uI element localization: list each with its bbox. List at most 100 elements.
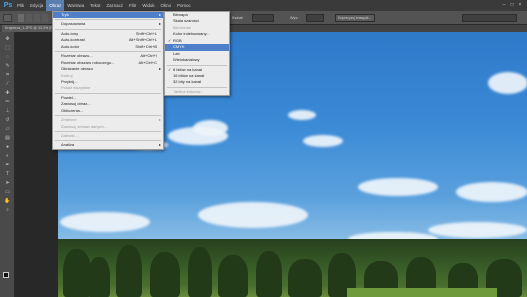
- menu-item-label: Tablica kolorów...: [173, 88, 204, 94]
- cloud: [198, 202, 308, 228]
- menu-select[interactable]: Zaznacz: [103, 0, 126, 11]
- image-menu-item-analiza[interactable]: Analiza ▸: [53, 142, 163, 148]
- menu-image[interactable]: Obraz: [46, 0, 65, 11]
- menu-item-label: Zastosuj obraz...: [61, 101, 91, 107]
- add-selection-icon[interactable]: [26, 14, 32, 22]
- tool-preset-icon[interactable]: [3, 14, 12, 22]
- healing-tool-icon[interactable]: ✚: [3, 90, 12, 97]
- tree: [188, 247, 212, 297]
- eraser-tool-icon[interactable]: ▱: [3, 126, 12, 133]
- option-label-style: Kształ:: [232, 16, 244, 20]
- eyedropper-tool-icon[interactable]: ⁄: [3, 81, 12, 88]
- menu-item-label: Bichromia: [173, 24, 191, 30]
- zoom-tool-icon[interactable]: ⌕: [3, 207, 12, 214]
- marquee-tool-icon[interactable]: ⬚: [3, 45, 12, 52]
- menu-item-label: Auto-kolor: [61, 43, 80, 49]
- refine-edge-label: Doprecyzuj krawędź...: [338, 16, 372, 20]
- image-menu-item-tryb[interactable]: Tryb ▸: [53, 12, 163, 19]
- menu-item-label: 8 bitów na kanał: [173, 66, 202, 72]
- image-menu-item-dopasowania[interactable]: Dopasowania ▸: [53, 21, 163, 27]
- blur-tool-icon[interactable]: ●: [3, 144, 12, 151]
- menu-item-label: 16 bitów na kanał: [173, 72, 205, 78]
- history-brush-tool-icon[interactable]: ↺: [3, 117, 12, 124]
- cloud: [488, 72, 527, 94]
- tools-panel: ✥ ⬚ ◌ ✎ ⌗ ⁄ ✚ ✏ ⊥ ↺ ▱ ▤ ● ◐ ✒ T ➤ ▭ ✋ ⌕: [0, 32, 15, 297]
- move-tool-icon[interactable]: ✥: [3, 36, 12, 43]
- submenu-arrow-icon: ▸: [158, 142, 161, 148]
- cloud: [193, 120, 228, 136]
- shape-tool-icon[interactable]: ▭: [3, 189, 12, 196]
- menu-separator: [167, 64, 227, 66]
- menu-item-label: CMYK: [173, 44, 185, 50]
- menu-layer[interactable]: Warstwa: [64, 0, 87, 11]
- image-menu-item-pokaż-wszystkie: Pokaż wszystkie: [53, 85, 163, 91]
- menu-item-label: Pokaż wszystkie: [61, 85, 91, 91]
- submenu-arrow-icon: ▸: [158, 21, 161, 27]
- new-selection-icon[interactable]: [18, 14, 24, 22]
- menu-item-label: Wielokanałowy: [173, 57, 200, 63]
- option-label-height: Wys.:: [290, 16, 300, 20]
- menu-item-label: Kolor indeksowany...: [173, 31, 210, 37]
- cloud: [358, 178, 438, 196]
- photoshop-logo: Ps: [3, 2, 13, 9]
- foreground-color-swatch[interactable]: [3, 272, 9, 278]
- tree: [63, 249, 91, 297]
- type-tool-icon[interactable]: T: [3, 171, 12, 178]
- menu-file[interactable]: Plik: [14, 0, 27, 11]
- cloud: [456, 182, 527, 202]
- intersect-selection-icon[interactable]: [42, 14, 48, 22]
- workspace-select[interactable]: [462, 14, 517, 22]
- minimize-icon[interactable]: –: [501, 2, 507, 8]
- tree: [88, 257, 110, 297]
- refine-edge-button[interactable]: Doprecyzuj krawędź...: [335, 14, 375, 22]
- menu-window[interactable]: Okno: [158, 0, 175, 11]
- path-select-tool-icon[interactable]: ➤: [3, 180, 12, 187]
- menu-item-label: Bitmapa: [173, 12, 188, 17]
- lasso-tool-icon[interactable]: ◌: [3, 54, 12, 61]
- menu-item-label: Rozmiar obszaru roboczego...: [61, 59, 115, 65]
- menu-view[interactable]: Widok: [139, 0, 157, 11]
- menu-item-label: Dopasowania: [61, 21, 86, 27]
- height-input[interactable]: [306, 14, 324, 22]
- dodge-tool-icon[interactable]: ◐: [3, 153, 12, 160]
- menu-item-label: Lab: [173, 50, 180, 56]
- hand-tool-icon[interactable]: ✋: [3, 198, 12, 205]
- tree: [288, 259, 322, 297]
- brush-tool-icon[interactable]: ✏: [3, 99, 12, 106]
- mode-menu-item-wielokanałowy[interactable]: Wielokanałowy: [165, 57, 229, 63]
- tree: [256, 251, 282, 297]
- menu-item-label: Analiza: [61, 142, 75, 148]
- mode-menu-item-tablica-kolorów: Tablica kolorów...: [165, 89, 229, 95]
- menu-filter[interactable]: Filtr: [126, 0, 139, 11]
- stamp-tool-icon[interactable]: ⊥: [3, 108, 12, 115]
- menu-edit[interactable]: Edycja: [27, 0, 46, 11]
- menu-type[interactable]: Tekst: [87, 0, 103, 11]
- menu-separator: [55, 92, 161, 94]
- image-menu-item-auto-kolor[interactable]: Auto-kolor Shift+Ctrl+B: [53, 44, 163, 50]
- quick-select-tool-icon[interactable]: ✎: [3, 63, 12, 70]
- maximize-icon[interactable]: □: [509, 2, 515, 8]
- menu-item-label: Zalewki...: [61, 133, 78, 138]
- style-select[interactable]: [252, 14, 274, 22]
- menu-item-label: Przytnij...: [61, 78, 78, 84]
- menu-item-label: Auto-tony: [61, 30, 79, 36]
- cloud: [288, 110, 316, 120]
- menu-item-label: Tryb: [61, 12, 69, 17]
- close-icon[interactable]: ×: [517, 2, 523, 8]
- cloud: [60, 212, 150, 232]
- mode-submenu: Bitmapa Skala szarości Bichromia Kolor inde…: [164, 11, 230, 97]
- menu-separator: [55, 131, 161, 132]
- crop-tool-icon[interactable]: ⌗: [3, 72, 12, 79]
- tree: [218, 255, 248, 297]
- menu-help[interactable]: Pomoc: [174, 0, 194, 11]
- menu-item-label: 32 bity na kanał: [173, 79, 202, 85]
- pen-tool-icon[interactable]: ✒: [3, 162, 12, 169]
- image-menu-item-obliczenia[interactable]: Obliczenia...: [53, 108, 163, 114]
- gradient-tool-icon[interactable]: ▤: [3, 135, 12, 142]
- menu-item-label: Rozmiar obrazu...: [61, 53, 93, 59]
- mode-menu-item-32-bity-na-kanał[interactable]: 32 bity na kanał: [165, 79, 229, 85]
- subtract-selection-icon[interactable]: [34, 14, 40, 22]
- image-menu-item-zastosuj-zestaw-danych: Zastosuj zestaw danych...: [53, 124, 163, 130]
- cloud: [428, 222, 527, 238]
- menu-item-shortcut: Shift+Ctrl+B: [135, 43, 157, 49]
